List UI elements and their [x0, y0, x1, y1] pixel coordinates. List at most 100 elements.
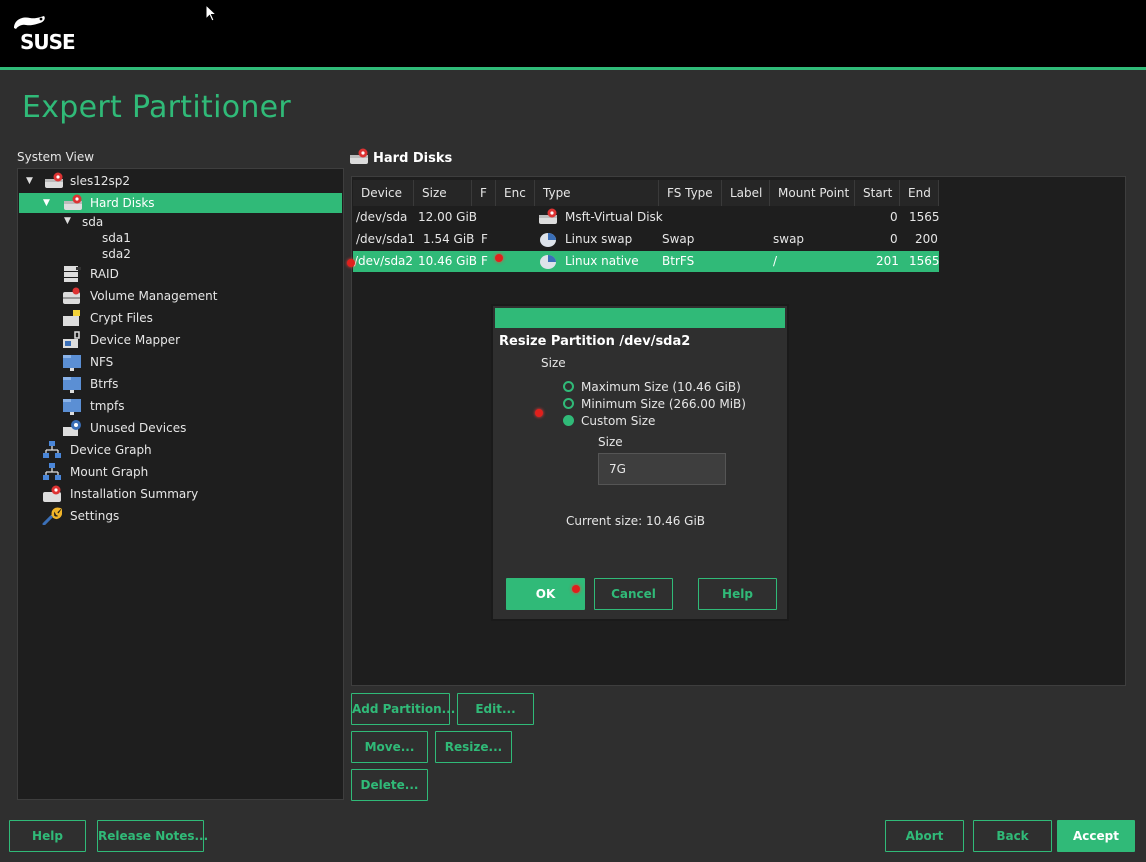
tree-item-sda1[interactable]: sda1: [102, 230, 131, 247]
tree-item-crypt-files[interactable]: Crypt Files: [62, 308, 322, 328]
size-group-label: Size: [541, 356, 566, 370]
cell-end: 200: [915, 232, 938, 246]
wrench-icon: [42, 507, 62, 525]
custom-size-field-label: Size: [598, 435, 623, 449]
expand-triangle-icon[interactable]: ▼: [26, 171, 33, 191]
expand-triangle-icon[interactable]: ▼: [64, 212, 71, 230]
table-row[interactable]: /dev/sda1 1.54 GiB F Linux swap Swap swa…: [353, 229, 939, 250]
raid-icon: [64, 266, 81, 282]
cancel-button[interactable]: Cancel: [594, 578, 673, 610]
maximum-size-label[interactable]: Maximum Size (10.46 GiB): [581, 380, 741, 394]
system-view-label: System View: [17, 150, 95, 164]
delete-button[interactable]: Delete...: [351, 769, 428, 801]
cell-device: /dev/sda1: [356, 232, 416, 246]
back-button[interactable]: Back: [973, 820, 1052, 852]
column-header-fs-type[interactable]: FS Type: [659, 180, 722, 206]
tree-item-mount-graph[interactable]: Mount Graph: [42, 462, 322, 482]
cell-fs-type: Swap: [662, 232, 695, 246]
cell-end: 1565: [909, 210, 940, 224]
tree-item-label: Btrfs: [90, 377, 119, 391]
cell-f: F: [481, 254, 488, 268]
column-header-start[interactable]: Start: [855, 180, 900, 206]
system-view-tree[interactable]: ▼ sles12sp2 ▼ Hard Disks ▼ sda sda1 sda2…: [17, 168, 344, 800]
unused-devices-icon: [63, 420, 81, 436]
tree-item-hard-disks[interactable]: ▼ Hard Disks: [19, 193, 342, 213]
tree-item-label: sles12sp2: [70, 174, 130, 188]
top-bar: SUSE: [0, 0, 1146, 70]
device-mapper-icon: [63, 331, 80, 348]
cell-start: 201: [876, 254, 899, 268]
tree-item-label: tmpfs: [90, 399, 125, 413]
nfs-icon: [63, 355, 81, 371]
volume-icon: [63, 287, 80, 304]
minimum-size-radio[interactable]: [563, 398, 574, 409]
mouse-cursor-icon: [205, 4, 217, 22]
accept-button[interactable]: Accept: [1057, 820, 1135, 852]
tree-item-device-graph[interactable]: Device Graph: [42, 440, 322, 460]
edit-button[interactable]: Edit...: [457, 693, 534, 725]
click-marker: [535, 409, 543, 417]
tree-item-label: Volume Management: [90, 289, 218, 303]
resize-partition-dialog: Resize Partition /dev/sda2 Size Maximum …: [491, 304, 789, 621]
expand-triangle-icon[interactable]: ▼: [43, 193, 50, 213]
tree-item-tmpfs[interactable]: tmpfs: [62, 396, 322, 416]
column-header-type[interactable]: Type: [535, 180, 659, 206]
crypt-icon: [63, 310, 80, 326]
tree-item-label: Settings: [70, 509, 120, 523]
column-header-mount-point[interactable]: Mount Point: [770, 180, 855, 206]
custom-size-input[interactable]: 7G: [598, 453, 726, 485]
tree-item-sles12sp2[interactable]: ▼ sles12sp2: [22, 171, 340, 191]
column-header-size[interactable]: Size: [414, 180, 472, 206]
cell-mount-point: /: [773, 254, 778, 268]
tree-item-raid[interactable]: RAID: [62, 264, 322, 284]
tree-item-settings[interactable]: Settings: [42, 506, 322, 526]
mount-graph-icon: [43, 463, 61, 480]
tree-item-label: Hard Disks: [90, 196, 155, 210]
partition-disk-icon: [540, 233, 556, 247]
table-row-selected[interactable]: /dev/sda2 10.46 GiB F Linux native BtrFS…: [353, 251, 940, 272]
tree-item-device-mapper[interactable]: Device Mapper: [62, 330, 322, 350]
custom-size-radio[interactable]: [563, 415, 574, 426]
tree-item-label: Unused Devices: [90, 421, 187, 435]
release-notes-button[interactable]: Release Notes...: [97, 820, 208, 852]
column-header-f[interactable]: F: [472, 180, 496, 206]
current-size-text: Current size: 10.46 GiB: [566, 514, 706, 528]
tree-item-sda2[interactable]: sda2: [102, 246, 131, 263]
click-marker: [347, 259, 355, 267]
minimum-size-label[interactable]: Minimum Size (266.00 MiB): [581, 397, 746, 411]
maximum-size-radio[interactable]: [563, 381, 574, 392]
cell-fs-type: BtrFS: [662, 254, 695, 268]
column-header-label[interactable]: Label: [722, 180, 770, 206]
tree-item-unused-devices[interactable]: Unused Devices: [62, 418, 322, 438]
add-partition-button[interactable]: Add Partition...: [351, 693, 455, 725]
tree-item-label: sda: [82, 215, 104, 229]
move-button[interactable]: Move...: [351, 731, 428, 763]
tree-item-sda[interactable]: ▼ sda: [62, 213, 262, 231]
tree-item-installation-summary[interactable]: Installation Summary: [42, 484, 322, 504]
tree-item-volume-management[interactable]: Volume Management: [62, 286, 322, 306]
column-header-enc[interactable]: Enc: [496, 180, 535, 206]
table-row[interactable]: /dev/sda 12.00 GiB Msft-Virtual Disk 0 1…: [353, 207, 940, 228]
cell-size: 10.46 GiB: [418, 254, 478, 268]
chameleon-icon: [14, 16, 45, 29]
help-button[interactable]: Help: [698, 578, 777, 610]
custom-size-label[interactable]: Custom Size: [581, 414, 655, 428]
column-header-device[interactable]: Device: [353, 180, 414, 206]
dialog-title: Resize Partition /dev/sda2: [499, 334, 691, 349]
resize-button[interactable]: Resize...: [435, 731, 512, 763]
tree-item-label: NFS: [90, 355, 114, 369]
tree-item-nfs[interactable]: NFS: [62, 352, 322, 372]
tree-item-label: Device Graph: [70, 443, 152, 457]
footer-help-button[interactable]: Help: [9, 820, 86, 852]
hard-disk-icon: [539, 208, 557, 224]
cell-mount-point: swap: [773, 232, 805, 246]
tree-item-btrfs[interactable]: Btrfs: [62, 374, 322, 394]
partition-disk-icon: [540, 255, 556, 269]
ok-button[interactable]: OK: [506, 578, 585, 610]
abort-button[interactable]: Abort: [885, 820, 964, 852]
column-header-end[interactable]: End: [900, 180, 939, 206]
cell-end: 1565: [909, 254, 940, 268]
tree-item-label: Installation Summary: [70, 487, 199, 501]
hard-disk-icon: [64, 194, 82, 210]
device-graph-icon: [43, 441, 61, 458]
